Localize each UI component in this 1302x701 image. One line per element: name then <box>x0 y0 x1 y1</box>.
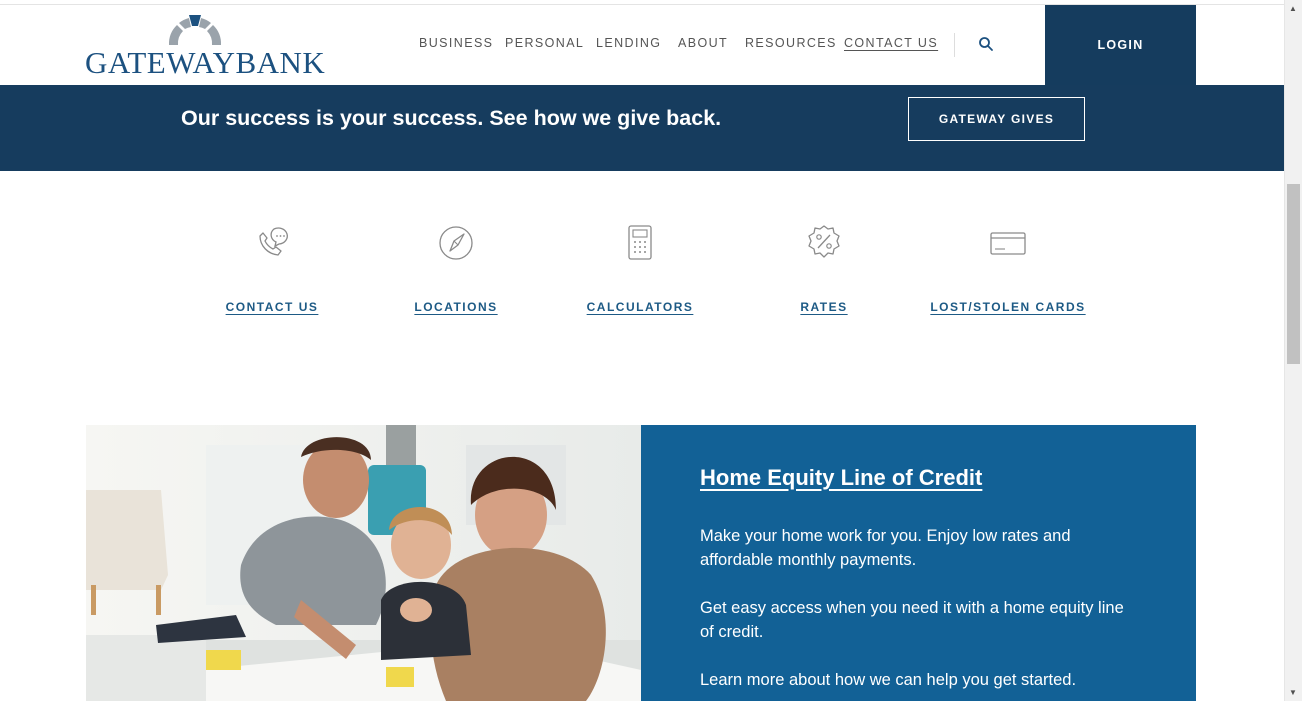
credit-card-icon <box>990 232 1026 255</box>
gateway-gives-button[interactable]: GATEWAY GIVES <box>908 97 1085 141</box>
calculator-icon <box>628 225 652 260</box>
family-photo <box>86 425 641 701</box>
family-illustration <box>86 425 641 701</box>
quick-link-label[interactable]: LOST/STOLEN CARDS <box>908 300 1108 314</box>
nav-personal[interactable]: PERSONAL <box>505 36 584 50</box>
nav-business[interactable]: BUSINESS <box>419 36 493 50</box>
quick-link-label[interactable]: CONTACT US <box>172 300 372 314</box>
quick-link-contact-us[interactable]: CONTACT US <box>172 222 372 314</box>
nav-about[interactable]: ABOUT <box>678 36 728 50</box>
gateway-bank-logo[interactable]: GATEWAYBANK <box>85 15 325 80</box>
percent-badge-icon <box>808 225 840 258</box>
search-button[interactable] <box>978 36 996 54</box>
page-scrollbar[interactable]: ▲ ▼ <box>1284 0 1302 701</box>
nav-contact-us[interactable]: CONTACT US <box>844 36 938 50</box>
nav-divider <box>954 33 955 57</box>
compass-icon <box>439 226 473 260</box>
search-icon <box>979 37 993 51</box>
feature-paragraph-1: Make your home work for you. Enjoy low r… <box>700 527 1071 569</box>
quick-link-rates[interactable]: RATES <box>724 222 924 314</box>
quick-link-locations[interactable]: LOCATIONS <box>356 222 556 314</box>
give-back-banner: Our success is your success. See how we … <box>0 85 1284 171</box>
heloc-feature-panel: Home Equity Line of Credit Make your hom… <box>641 425 1196 701</box>
quick-link-label[interactable]: LOCATIONS <box>356 300 556 314</box>
login-button[interactable]: LOGIN <box>1045 5 1196 85</box>
site-header: GATEWAYBANK BUSINESS PERSONAL LENDING AB… <box>0 5 1284 85</box>
feature-paragraph-3: Learn more about how we can help you get… <box>700 671 1077 689</box>
quick-link-label[interactable]: RATES <box>724 300 924 314</box>
feature-title-link[interactable]: Home Equity Line of Credit <box>700 465 982 491</box>
logo-wordmark: GATEWAYBANK <box>85 45 326 80</box>
banner-text: Our success is your success. See how we … <box>181 106 722 130</box>
quick-link-calculators[interactable]: CALCULATORS <box>540 222 740 314</box>
scroll-down-arrow-icon[interactable]: ▼ <box>1289 688 1297 697</box>
nav-resources[interactable]: RESOURCES <box>745 36 837 50</box>
quick-link-lost-stolen-cards[interactable]: LOST/STOLEN CARDS <box>908 222 1108 314</box>
scrollbar-thumb[interactable] <box>1287 184 1300 364</box>
logo-arch-icon <box>168 15 222 45</box>
feature-paragraph-2: Get easy access when you need it with a … <box>700 599 1124 641</box>
quick-link-label[interactable]: CALCULATORS <box>540 300 740 314</box>
nav-lending[interactable]: LENDING <box>596 36 661 50</box>
scroll-up-arrow-icon[interactable]: ▲ <box>1289 4 1297 13</box>
phone-chat-icon <box>259 227 288 256</box>
